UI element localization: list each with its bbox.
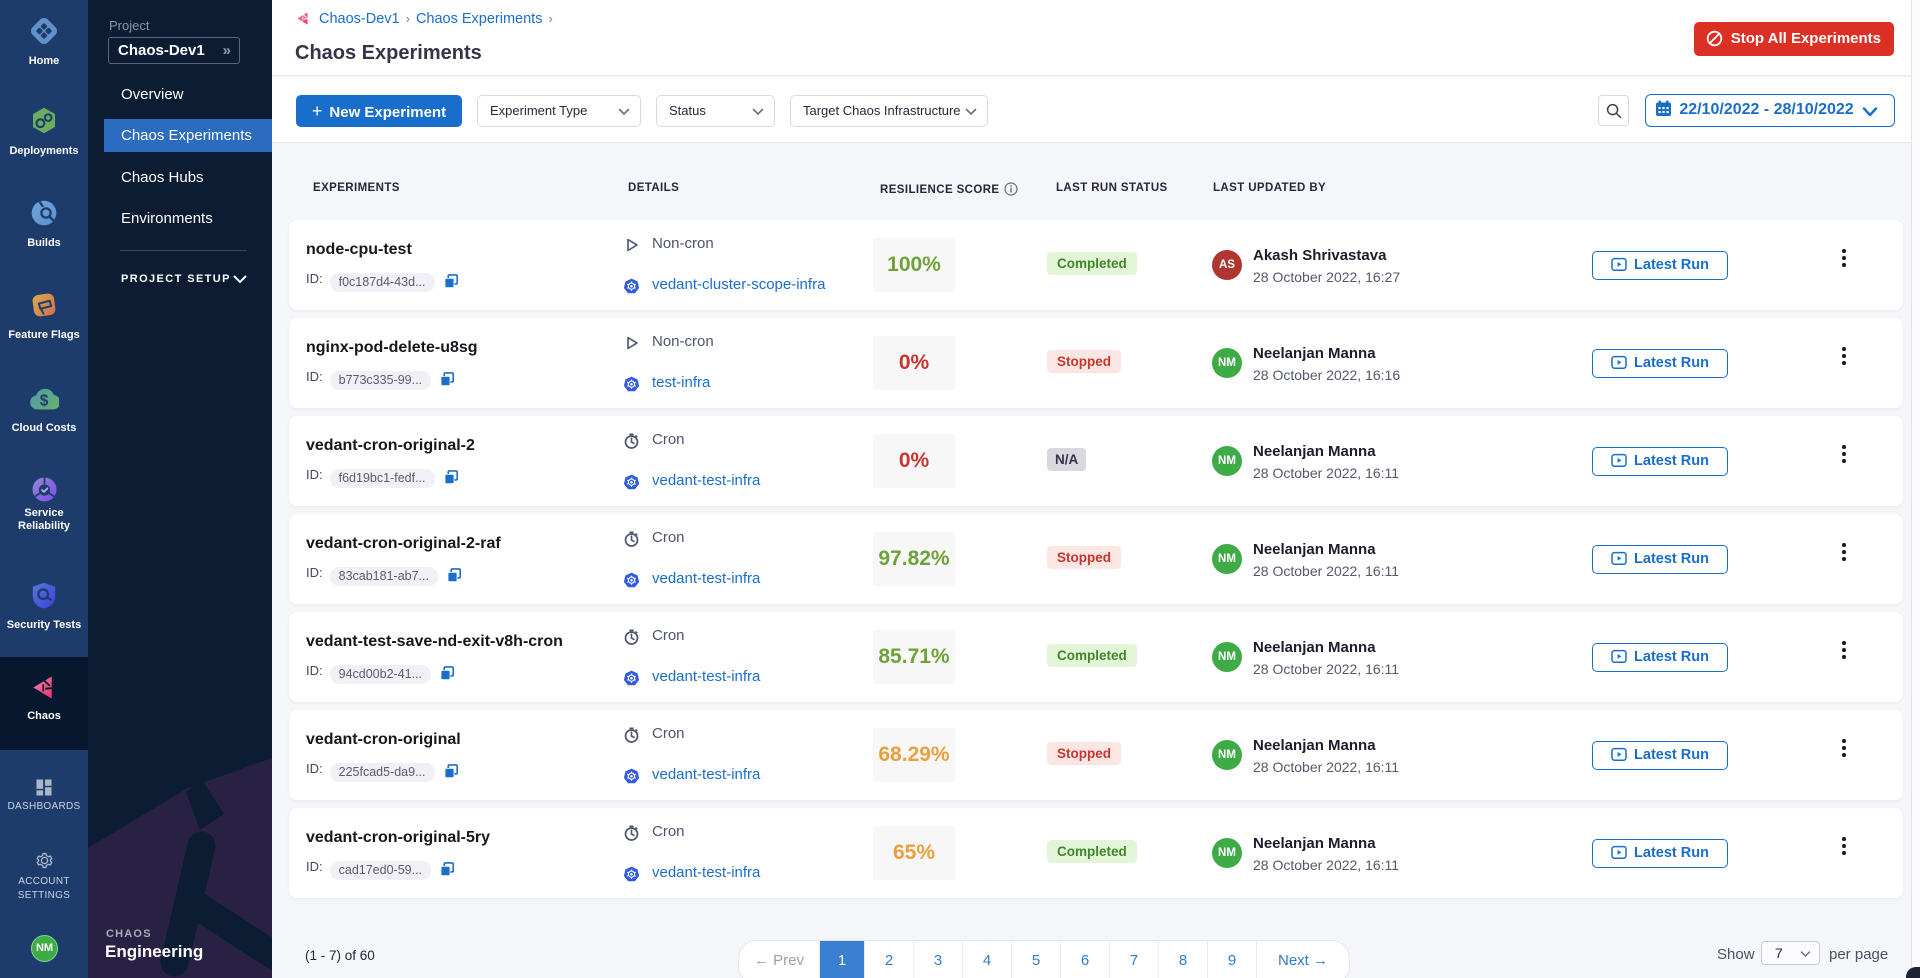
svg-text:$: $ bbox=[40, 393, 49, 410]
